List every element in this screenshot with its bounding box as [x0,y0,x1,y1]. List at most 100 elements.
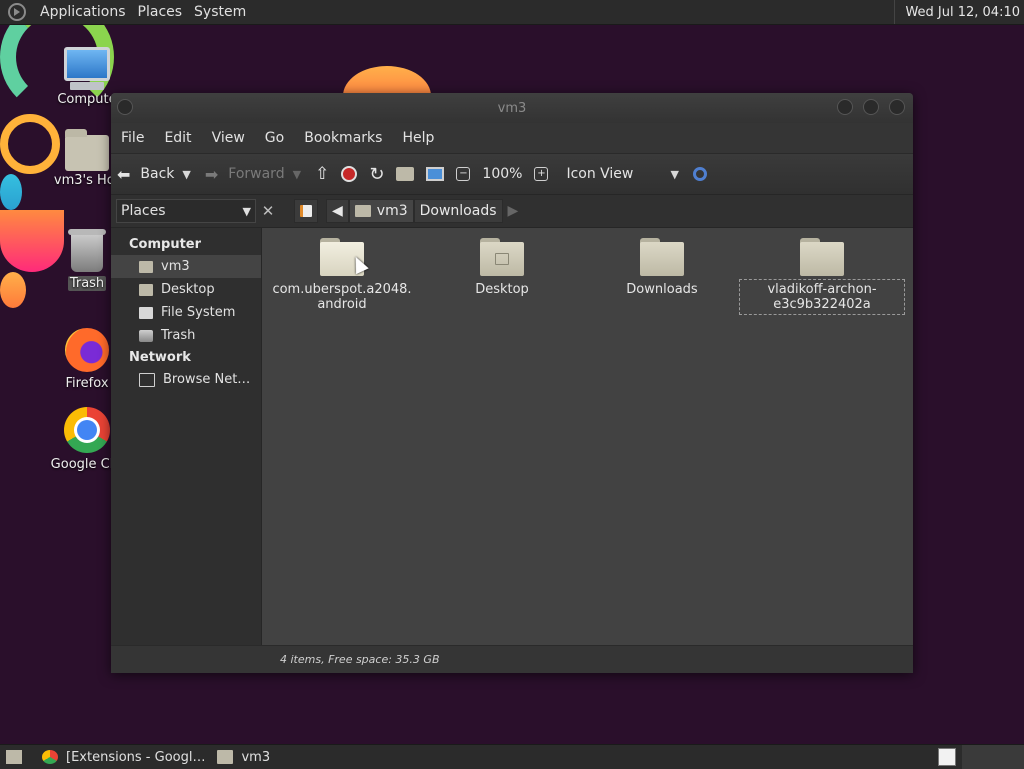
sidebar-item-trash[interactable]: Trash [111,324,261,347]
sidebar-item-label: File System [161,305,236,320]
file-name-focused: vladikoff-archon- e3c9b322402a [739,279,905,315]
status-bar: 4 items, Free space: 35.3 GB [111,645,913,672]
forward-arrow-icon: ➡ [204,164,219,184]
sidebar-item-desktop[interactable]: Desktop [111,278,261,301]
breadcrumb-label: Downloads [419,203,497,219]
up-arrow-icon: ⇧ [315,164,330,184]
window-titlebar[interactable]: vm3 [111,93,913,123]
breadcrumb-scroll-right[interactable]: ▶ [503,199,524,223]
desktop-icon-label: Compute [57,92,117,107]
breadcrumb-vm3[interactable]: vm3 [348,199,414,223]
sidebar-item-file-system[interactable]: File System [111,301,261,324]
taskbar-item-chrome[interactable]: [Extensions - Googl… [36,745,211,769]
show-desktop-icon [6,750,22,764]
sidebar-item-vm3[interactable]: vm3 [111,255,261,278]
places-menu[interactable]: Places [132,4,189,20]
zoom-out-icon: − [456,167,471,181]
places-sidebar: Computer vm3 Desktop File System Trash N… [111,228,262,645]
workspace-1[interactable] [938,748,956,766]
file-item[interactable]: com.uberspot.a2048. android [262,238,422,312]
folder-icon [800,238,844,276]
file-system-icon [139,306,153,319]
close-button[interactable] [889,99,905,115]
zoom-out-button[interactable]: − [450,154,482,194]
breadcrumb-scroll-left[interactable]: ◀ [326,199,349,223]
up-button[interactable]: ⇧ [309,154,335,194]
sidebar-item-browse-network[interactable]: Browse Net… [111,368,261,391]
menu-bookmarks[interactable]: Bookmarks [294,130,392,146]
file-name: Downloads [626,282,698,297]
forward-label: Forward [228,166,285,182]
edit-pencil-icon [300,205,312,217]
sidebar-item-label: vm3 [161,259,190,274]
zoom-level: 100% [482,166,523,182]
file-manager-window: vm3 File Edit View Go Bookmarks Help ⬅ B… [111,93,913,673]
taskbar-item-label: vm3 [241,749,271,765]
computer-icon [426,167,445,181]
toolbar: ⬅ Back ▼ ➡ Forward ▼ ⇧ ↻ − 100% + Icon V… [111,153,913,195]
breadcrumb-downloads[interactable]: Downloads [413,199,503,223]
bottom-panel: [Extensions - Googl… vm3 [0,744,1024,769]
file-item[interactable]: Downloads [582,238,742,312]
search-icon [692,167,707,181]
zoom-in-icon: + [534,167,549,181]
chevron-down-icon: ▼ [242,204,251,218]
view-mode-select[interactable]: Icon View [560,154,668,194]
search-button[interactable] [687,154,713,194]
trash-icon [68,229,106,272]
menu-view[interactable]: View [202,130,255,146]
file-name: android [317,297,367,312]
maximize-button[interactable] [863,99,879,115]
top-panel: Applications Places System Wed Jul 12, 0… [0,0,1024,25]
content-area: Computer vm3 Desktop File System Trash N… [111,228,913,645]
view-mode-dropdown[interactable]: ▼ [668,168,686,181]
back-button[interactable]: ⬅ Back [111,154,180,194]
distro-logo-icon[interactable] [8,3,26,21]
system-menu[interactable]: System [188,4,252,20]
forward-history-dropdown[interactable]: ▼ [291,168,309,181]
applications-menu[interactable]: Applications [34,4,132,20]
stop-button[interactable] [335,154,363,194]
reload-button[interactable]: ↻ [363,154,390,194]
file-item[interactable]: vladikoff-archon- e3c9b322402a [739,238,905,315]
clock[interactable]: Wed Jul 12, 04:10 [894,0,1024,24]
forward-button[interactable]: ➡ Forward [199,154,291,194]
side-pane-label: Places [121,203,166,219]
sidebar-heading-computer: Computer [129,237,202,252]
trash-icon [139,329,153,342]
menu-file[interactable]: File [111,130,154,146]
home-button[interactable] [390,154,420,194]
stop-icon [341,166,358,182]
minimize-button[interactable] [837,99,853,115]
folder-icon [640,238,684,276]
home-folder-icon [65,129,109,171]
back-history-dropdown[interactable]: ▼ [180,168,198,181]
desktop-folder-icon [139,283,153,296]
computer-button[interactable] [420,154,450,194]
side-pane-selector[interactable]: Places ▼ [116,199,256,223]
desktop-icon-label: Trash [67,276,107,291]
file-item[interactable]: Desktop [422,238,582,312]
icon-view[interactable]: com.uberspot.a2048. android Desktop Down… [262,228,913,645]
panel-menu: Applications Places System [0,0,252,24]
file-name: com.uberspot.a2048. [272,282,412,297]
menu-help[interactable]: Help [392,130,444,146]
back-arrow-icon: ⬅ [117,164,131,184]
taskbar-item-vm3[interactable]: vm3 [211,745,276,769]
sidebar-item-label: Trash [161,328,196,343]
menu-edit[interactable]: Edit [154,130,201,146]
toggle-location-entry-button[interactable] [294,199,318,223]
network-icon [139,372,155,387]
reload-icon: ↻ [369,163,385,185]
home-folder-icon [354,205,371,217]
workspace-2[interactable] [962,745,1024,769]
desktop-icon-label: Firefox [65,376,109,391]
wallpaper-shape [0,174,22,210]
desktop-folder-icon [480,238,524,276]
sidebar-item-label: Browse Net… [163,372,251,387]
file-name: vladikoff-archon- [767,282,877,297]
close-side-pane-button[interactable]: ✕ [258,202,278,220]
menu-go[interactable]: Go [255,130,294,146]
zoom-in-button[interactable]: + [528,154,560,194]
show-desktop-button[interactable] [0,745,36,769]
